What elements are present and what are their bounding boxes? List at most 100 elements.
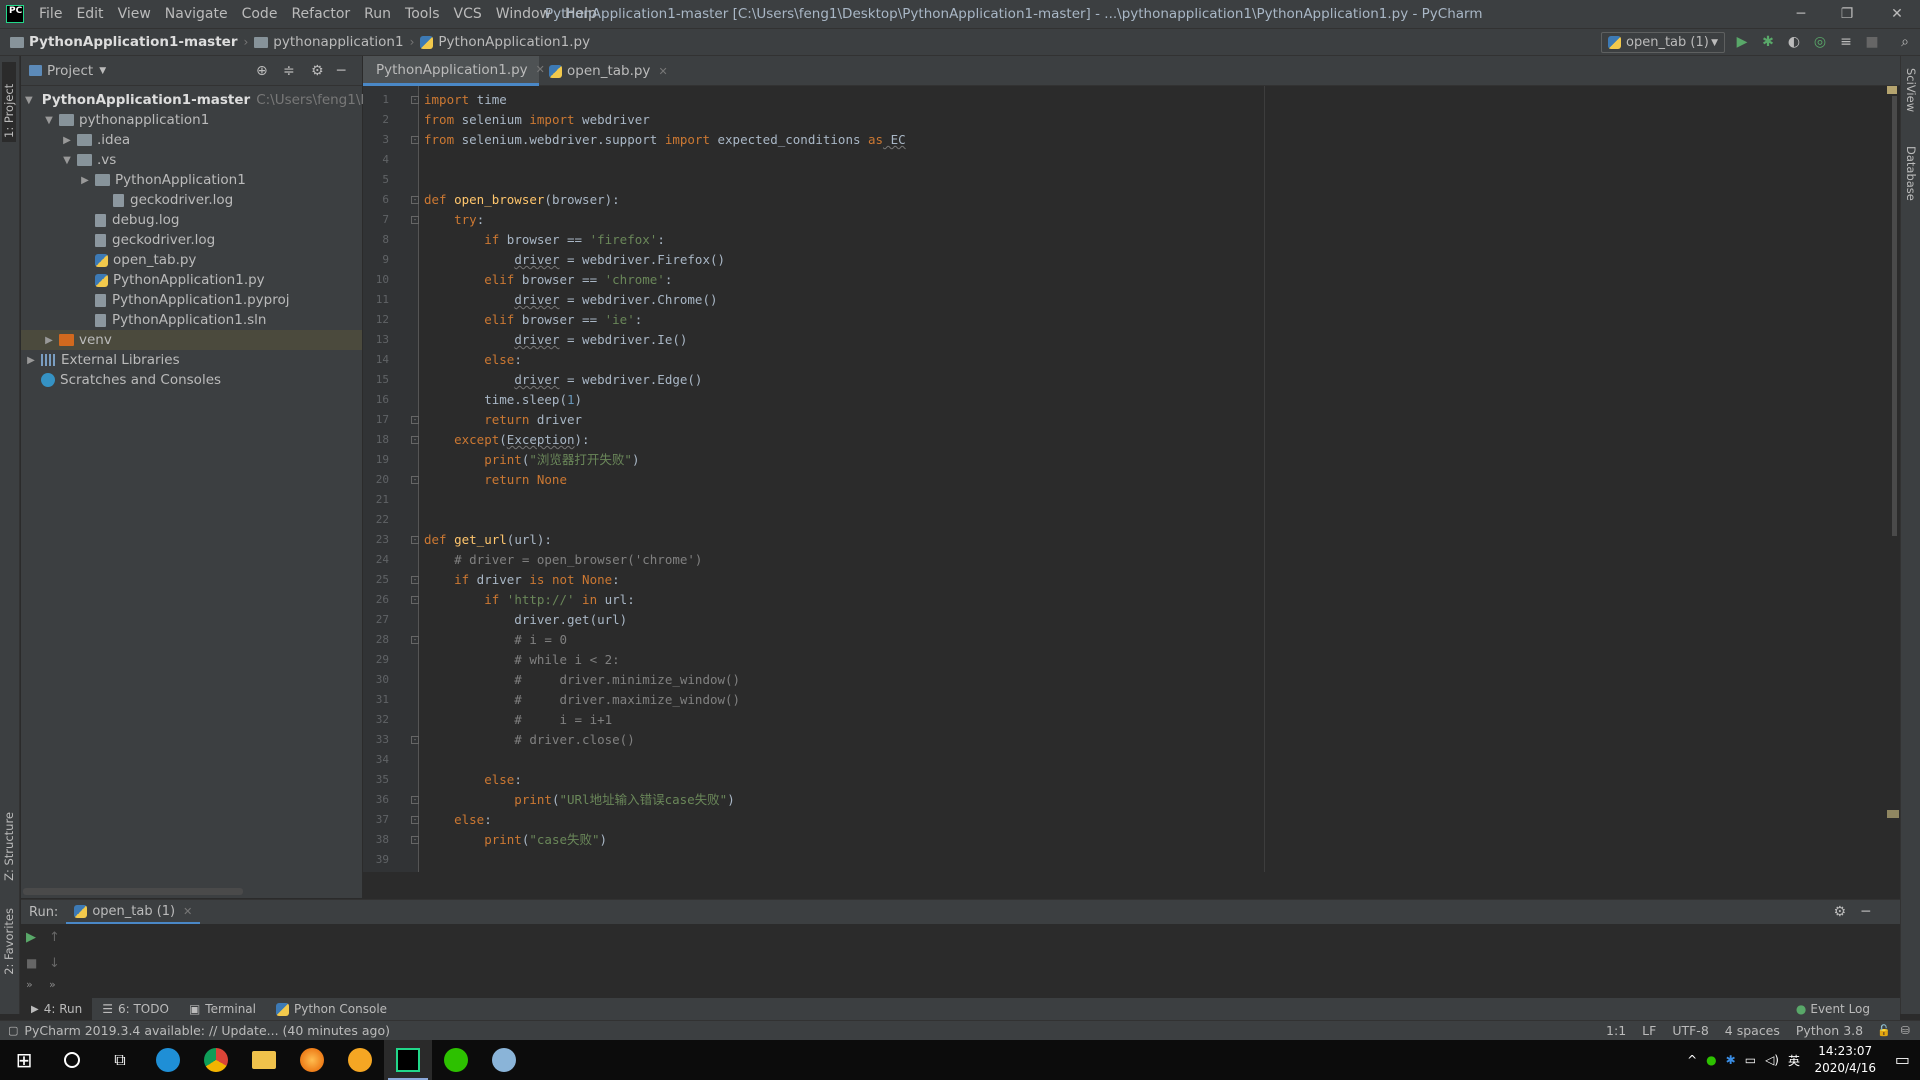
caret-position[interactable]: 1:1 xyxy=(1598,1023,1634,1038)
tree-item[interactable]: PythonApplication1.sln xyxy=(21,310,362,330)
fold-marker-icon[interactable]: - xyxy=(411,96,419,104)
restore-icon[interactable]: ❐ xyxy=(1824,0,1870,28)
bluetooth-icon[interactable]: ✱ xyxy=(1726,1053,1736,1067)
project-panel-title[interactable]: Project xyxy=(47,63,93,79)
tree-item[interactable]: debug.log xyxy=(21,210,362,230)
close-icon[interactable]: ✕ xyxy=(658,65,667,78)
expanded-arrow-icon[interactable]: ▼ xyxy=(61,155,73,166)
warning-marker[interactable] xyxy=(1887,86,1897,94)
tree-item[interactable]: ▶ External Libraries xyxy=(21,350,362,370)
task-view-button[interactable]: ⧉ xyxy=(96,1040,144,1080)
tab-pythonapplication1[interactable]: PythonApplication1.py ✕ xyxy=(363,56,545,86)
tree-item[interactable]: ▶ .idea xyxy=(21,130,362,150)
menu-refactor[interactable]: Refactor xyxy=(284,0,357,28)
coverage-icon[interactable]: ◐ xyxy=(1785,33,1803,51)
structure-tool-tab[interactable]: Z: Structure xyxy=(2,812,16,881)
taskbar-pycharm[interactable] xyxy=(384,1040,432,1080)
menu-edit[interactable]: Edit xyxy=(69,0,110,28)
collapsed-arrow-icon[interactable]: ▶ xyxy=(43,335,55,346)
event-log-button[interactable]: ● Event Log xyxy=(1786,1002,1880,1016)
gear-icon[interactable]: ⚙ xyxy=(311,63,324,79)
tab-open-tab[interactable]: open_tab.py ✕ xyxy=(541,56,676,86)
tree-item[interactable]: ▶ PythonApplication1 xyxy=(21,170,362,190)
fold-marker-icon[interactable]: - xyxy=(411,536,419,544)
menu-run[interactable]: Run xyxy=(357,0,398,28)
arrow-down-icon[interactable]: ↓ xyxy=(49,956,60,971)
menu-navigate[interactable]: Navigate xyxy=(158,0,235,28)
collapsed-arrow-icon[interactable]: ▶ xyxy=(79,175,91,186)
stop-icon[interactable]: ■ xyxy=(26,956,37,970)
ime-indicator[interactable]: 英 xyxy=(1788,1052,1800,1069)
network-icon[interactable]: ▭ xyxy=(1745,1053,1756,1067)
tree-item[interactable]: PythonApplication1.py xyxy=(21,270,362,290)
wechat-tray-icon[interactable]: ● xyxy=(1706,1053,1716,1067)
debug-icon[interactable]: ✱ xyxy=(1759,33,1777,51)
run-tab-open-tab[interactable]: open_tab (1) ✕ xyxy=(66,900,201,924)
horizontal-scrollbar[interactable] xyxy=(23,888,243,895)
start-button[interactable]: ⊞ xyxy=(0,1040,48,1080)
fold-marker-icon[interactable]: - xyxy=(411,416,419,424)
warning-marker[interactable] xyxy=(1887,810,1899,818)
taskbar-app[interactable] xyxy=(336,1040,384,1080)
volume-icon[interactable]: ◁) xyxy=(1765,1053,1779,1067)
collapsed-arrow-icon[interactable]: ▶ xyxy=(25,355,37,366)
stop-icon[interactable]: ■ xyxy=(1863,33,1881,51)
menu-code[interactable]: Code xyxy=(235,0,285,28)
python-interpreter[interactable]: Python 3.8 xyxy=(1788,1023,1871,1038)
close-icon[interactable]: ✕ xyxy=(183,905,192,918)
fold-marker-icon[interactable]: - xyxy=(411,836,419,844)
taskbar-explorer[interactable] xyxy=(240,1040,288,1080)
more-icon[interactable]: » xyxy=(26,978,33,991)
tree-item[interactable]: ▼ pythonapplication1 xyxy=(21,110,362,130)
search-button[interactable] xyxy=(48,1040,96,1080)
indent-setting[interactable]: 4 spaces xyxy=(1717,1023,1788,1038)
minimize-icon[interactable]: ─ xyxy=(1778,0,1824,28)
breadcrumb-package[interactable]: pythonapplication1 xyxy=(250,34,407,50)
fold-marker-icon[interactable]: - xyxy=(411,196,419,204)
notification-icon[interactable]: ▭ xyxy=(1895,1050,1910,1069)
tree-item[interactable]: ▼ PythonApplication1-master C:\Users\feng1… xyxy=(21,90,399,110)
tree-item[interactable]: open_tab.py xyxy=(21,250,362,270)
tree-item[interactable]: geckodriver.log xyxy=(21,190,362,210)
tool-tab-run[interactable]: ▶ 4: Run xyxy=(21,998,93,1020)
fold-marker-icon[interactable]: - xyxy=(411,576,419,584)
tree-item[interactable]: PythonApplication1.pyproj xyxy=(21,290,362,310)
status-message[interactable]: PyCharm 2019.3.4 available: // Update...… xyxy=(24,1023,390,1038)
run-icon[interactable]: ▶ xyxy=(1733,33,1751,51)
breadcrumb-project[interactable]: PythonApplication1-master xyxy=(6,34,241,50)
fold-marker-icon[interactable]: - xyxy=(411,816,419,824)
taskbar-firefox[interactable] xyxy=(288,1040,336,1080)
editor-scrollbar[interactable] xyxy=(1885,86,1899,872)
menu-view[interactable]: View xyxy=(111,0,158,28)
clock[interactable]: 14:23:07 2020/4/16 xyxy=(1814,1043,1876,1077)
tool-tab-todo[interactable]: ☰ 6: TODO xyxy=(92,1002,179,1016)
database-tool-tab[interactable]: Database xyxy=(1904,146,1918,201)
menu-file[interactable]: File xyxy=(32,0,69,28)
build-icon[interactable]: ≡ xyxy=(1837,33,1855,51)
breadcrumb-file[interactable]: PythonApplication1.py xyxy=(416,34,594,50)
menu-tools[interactable]: Tools xyxy=(398,0,447,28)
line-separator[interactable]: LF xyxy=(1634,1023,1664,1038)
collapse-all-icon[interactable]: ≑ xyxy=(283,63,295,79)
profile-icon[interactable]: ◎ xyxy=(1811,33,1829,51)
tool-tab-terminal[interactable]: ▣ Terminal xyxy=(179,1002,266,1016)
tree-item[interactable]: ▼ .vs xyxy=(21,150,362,170)
more-icon[interactable]: » xyxy=(49,978,56,991)
locate-icon[interactable]: ⊕ xyxy=(256,63,268,79)
menu-vcs[interactable]: VCS xyxy=(447,0,489,28)
tree-item[interactable]: Scratches and Consoles xyxy=(21,370,362,390)
tool-tab-python-console[interactable]: Python Console xyxy=(266,1002,397,1016)
hide-icon[interactable]: ─ xyxy=(1862,904,1870,920)
code-editor[interactable]: import time from selenium import webdrive… xyxy=(420,86,1880,872)
fold-marker-icon[interactable]: - xyxy=(411,136,419,144)
fold-marker-icon[interactable]: - xyxy=(411,636,419,644)
taskbar-wechat[interactable] xyxy=(432,1040,480,1080)
hide-icon[interactable]: ─ xyxy=(337,63,345,79)
fold-marker-icon[interactable]: - xyxy=(411,476,419,484)
expanded-arrow-icon[interactable]: ▼ xyxy=(25,95,33,106)
run-configuration-select[interactable]: open_tab (1) ▼ xyxy=(1601,32,1725,53)
scroll-thumb[interactable] xyxy=(1892,96,1897,536)
chevron-down-icon[interactable]: ▼ xyxy=(99,66,106,76)
arrow-up-icon[interactable]: ↑ xyxy=(49,930,60,945)
file-encoding[interactable]: UTF-8 xyxy=(1664,1023,1716,1038)
